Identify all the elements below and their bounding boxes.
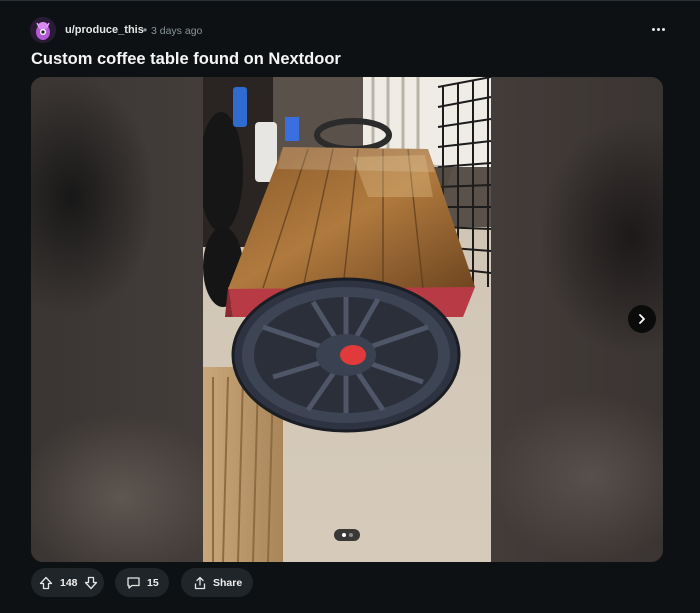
more-options-button[interactable] <box>646 18 670 40</box>
post-timestamp: 3 days ago <box>151 25 203 37</box>
top-divider <box>0 0 700 1</box>
downvote-arrow-icon <box>84 576 97 589</box>
share-button[interactable]: Share <box>181 568 253 597</box>
username-link[interactable]: u/produce_this <box>65 24 144 36</box>
upvote-count: 148 <box>60 576 78 589</box>
post-action-bar: 148 15 Share <box>31 568 671 598</box>
subreddit-avatar[interactable] <box>30 17 56 43</box>
comment-bubble-icon <box>127 576 140 589</box>
post-title[interactable]: Custom coffee table found on Nextdoor <box>31 50 341 69</box>
carousel-dot <box>348 533 353 537</box>
comment-icon-wrap <box>126 576 141 590</box>
carousel-next-button[interactable] <box>628 305 656 333</box>
wheel-center-cap <box>340 345 366 365</box>
post-image[interactable] <box>203 77 491 562</box>
vote-control: 148 <box>31 568 104 597</box>
more-options-icon <box>651 27 655 31</box>
upvote-button[interactable] <box>39 576 53 590</box>
separator-dot: • <box>143 23 148 37</box>
share-arrow-icon <box>194 576 206 589</box>
downvote-button[interactable] <box>84 576 98 590</box>
carousel-dot-active <box>341 533 346 537</box>
upvote-arrow-icon <box>39 576 53 589</box>
comment-count: 15 <box>147 576 159 589</box>
share-icon-wrap <box>193 576 207 590</box>
comments-button[interactable]: 15 <box>115 568 169 597</box>
avatar-icon <box>30 17 56 43</box>
share-label: Share <box>213 576 243 589</box>
chevron-right-icon <box>639 314 645 324</box>
post-header: u/produce_this • 3 days ago <box>30 14 670 46</box>
media-carousel[interactable] <box>31 77 663 562</box>
carousel-indicator <box>334 529 360 541</box>
